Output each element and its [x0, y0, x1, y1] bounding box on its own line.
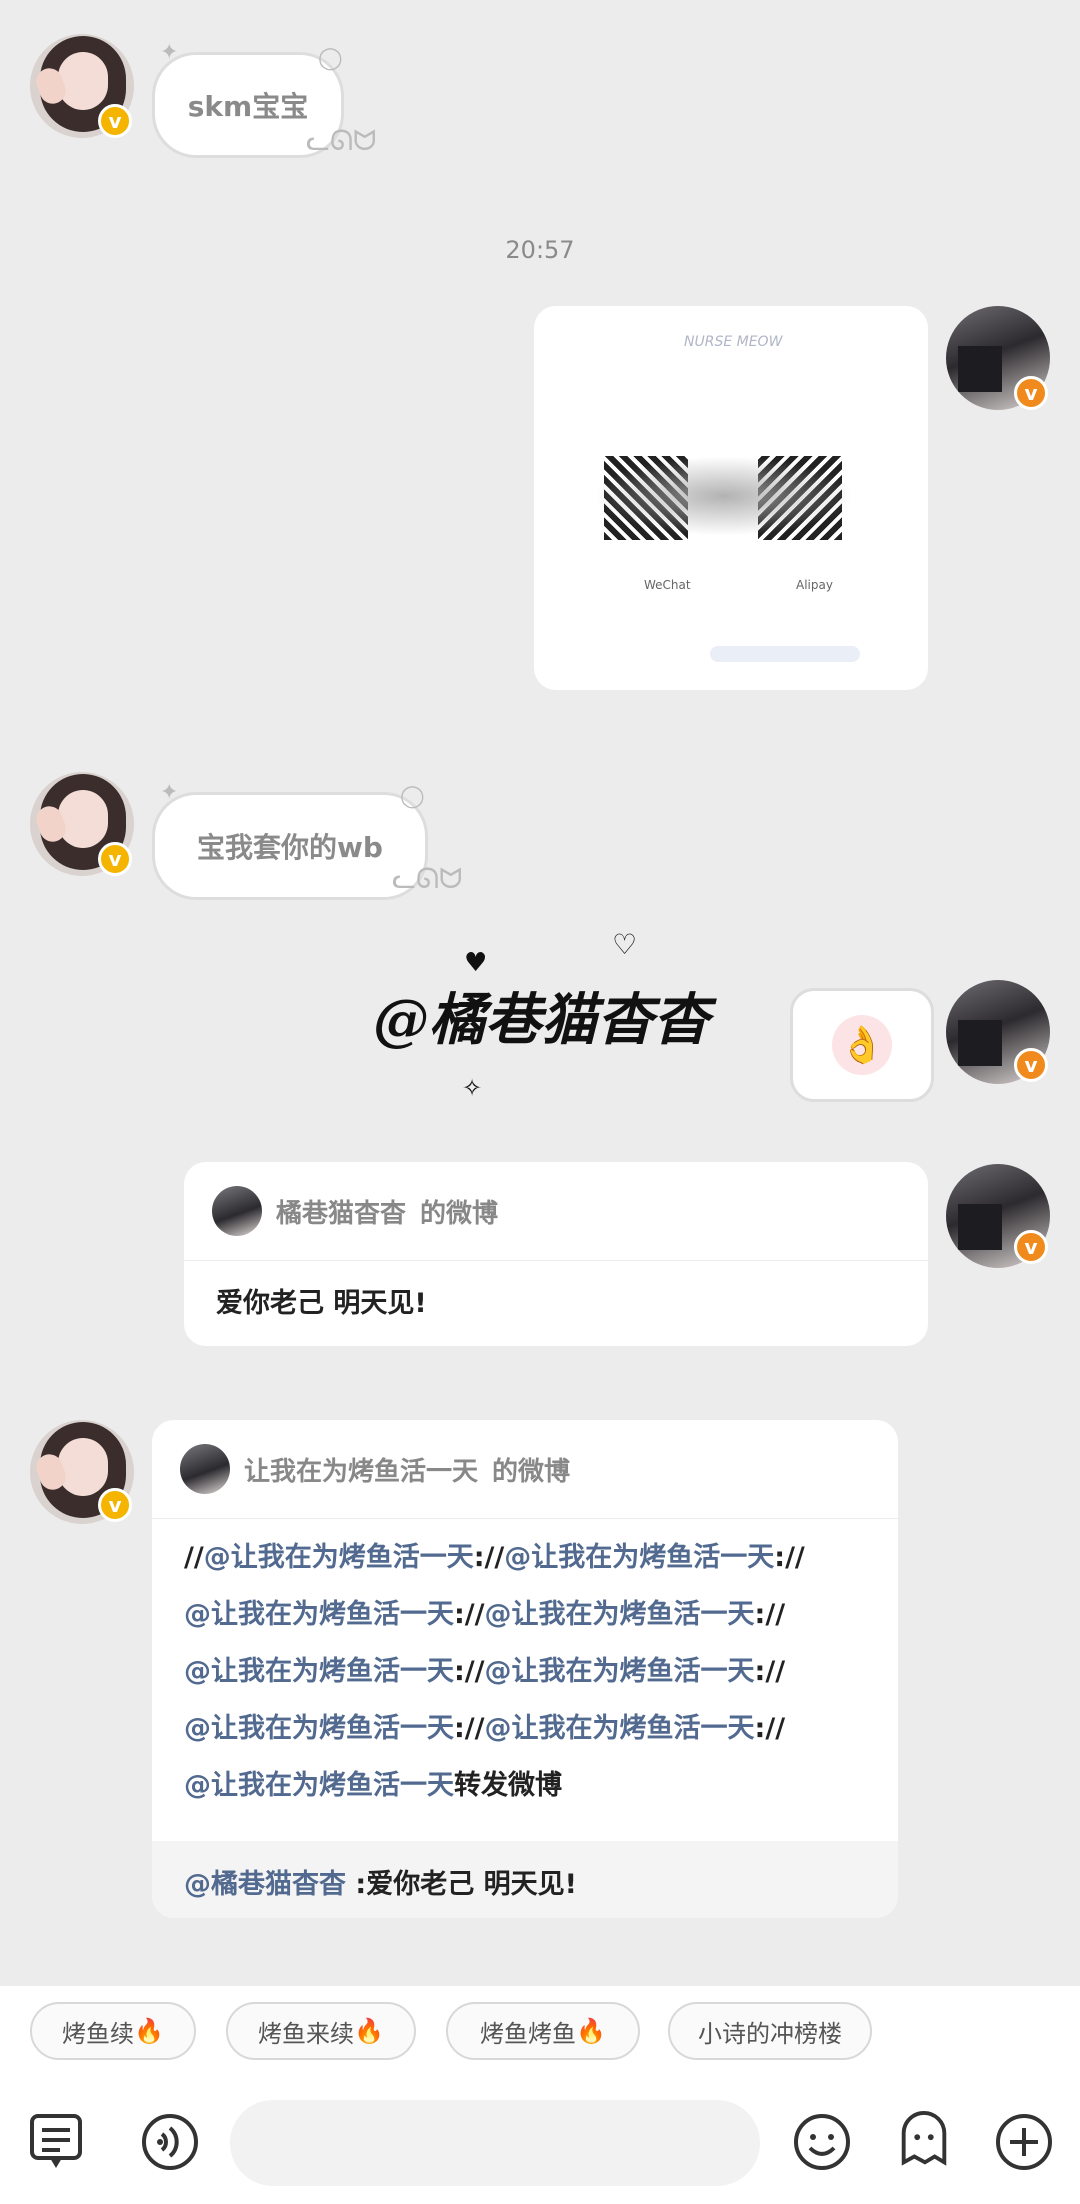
author-avatar	[180, 1444, 230, 1494]
sticker-icon[interactable]	[894, 2111, 954, 2172]
card-content: 爱你老己 明天见!	[216, 1288, 427, 1319]
repost-line: //@让我在为烤鱼活一天://@让我在为烤鱼活一天://	[184, 1542, 805, 1573]
fire-icon: 🔥	[354, 2017, 384, 2045]
author-name: 让我在为烤鱼活一天	[244, 1456, 479, 1487]
plus-icon[interactable]	[994, 2112, 1054, 2172]
sparkle-icon: ✦	[160, 780, 179, 805]
timestamp: 20:57	[505, 236, 575, 264]
card-content: //@让我在为烤鱼活一天://@让我在为烤鱼活一天:// @让我在为烤鱼活一天:…	[152, 1519, 898, 1841]
halo-icon: ◯	[318, 46, 343, 71]
weibo-share-card[interactable]: 让我在为烤鱼活一天 的微博 //@让我在为烤鱼活一天://@让我在为烤鱼活一天:…	[152, 1420, 898, 1918]
quick-reply-chip[interactable]: 小诗的冲榜楼	[668, 2002, 872, 2060]
cat-icon: ᓚᘏᗢ	[306, 124, 377, 157]
author-avatar	[212, 1186, 262, 1236]
emoji-icon[interactable]	[792, 2112, 852, 2172]
author-name: 橘巷猫杳杳	[276, 1198, 407, 1229]
card-suffix: 的微博	[492, 1456, 571, 1487]
repost-line: @让我在为烤鱼活一天://@让我在为烤鱼活一天://	[184, 1656, 786, 1687]
quick-reply-chip[interactable]: 烤鱼来续 🔥	[226, 2002, 416, 2060]
ok-sticker[interactable]: 👌	[790, 988, 934, 1102]
heart-icon: ♡	[612, 928, 638, 961]
sparkle-icon: ✦	[160, 40, 179, 65]
calligraphy-sticker[interactable]: @橘巷猫杳杳	[326, 940, 756, 1090]
verified-badge: v	[1014, 1048, 1048, 1082]
message-bubble[interactable]: 宝我套你的wb	[152, 792, 428, 900]
message-input[interactable]	[230, 2100, 760, 2186]
halo-icon: ◯	[400, 784, 425, 809]
qr-title: NURSE MEOW	[684, 334, 783, 350]
qr-button	[710, 646, 860, 662]
card-suffix: 的微博	[420, 1198, 499, 1229]
weibo-share-card[interactable]: 橘巷猫杳杳 的微博 爱你老己 明天见!	[184, 1162, 928, 1346]
wechat-label: WeChat	[644, 578, 691, 592]
fire-icon: 🔥	[576, 2017, 606, 2045]
quick-reply-chip[interactable]: 烤鱼续 🔥	[30, 2002, 196, 2060]
blur-mask	[594, 456, 854, 536]
fire-icon: 🔥	[134, 2017, 164, 2045]
ok-hand-icon: 👌	[832, 1015, 892, 1075]
message-text: skm宝宝	[187, 90, 309, 123]
cat-icon: ᓚᘏᗢ	[392, 862, 463, 895]
voice-icon[interactable]	[140, 2112, 200, 2172]
verified-badge: v	[98, 104, 132, 138]
card-header: 让我在为烤鱼活一天 的微博	[152, 1420, 898, 1519]
verified-badge: v	[98, 1488, 132, 1522]
quote-block: @橘巷猫杳杳 :爱你老己 明天见!	[152, 1841, 898, 1918]
menu-icon[interactable]	[26, 2112, 86, 2172]
message-text: 宝我套你的wb	[197, 831, 383, 864]
qr-image[interactable]: NURSE MEOW WeChat Alipay	[534, 306, 928, 690]
star-icon: ✧	[462, 1074, 483, 1102]
repost-line: @让我在为烤鱼活一天://@让我在为烤鱼活一天://	[184, 1599, 786, 1630]
verified-badge: v	[1014, 376, 1048, 410]
verified-badge: v	[1014, 1230, 1048, 1264]
verified-badge: v	[98, 842, 132, 876]
repost-line: @让我在为烤鱼活一天://@让我在为烤鱼活一天://	[184, 1713, 786, 1744]
alipay-label: Alipay	[796, 578, 833, 592]
heart-icon: ♥	[464, 948, 488, 978]
repost-line: @让我在为烤鱼活一天转发微博	[184, 1770, 562, 1801]
card-header: 橘巷猫杳杳 的微博	[184, 1162, 928, 1261]
quick-reply-chip[interactable]: 烤鱼烤鱼 🔥	[446, 2002, 640, 2060]
